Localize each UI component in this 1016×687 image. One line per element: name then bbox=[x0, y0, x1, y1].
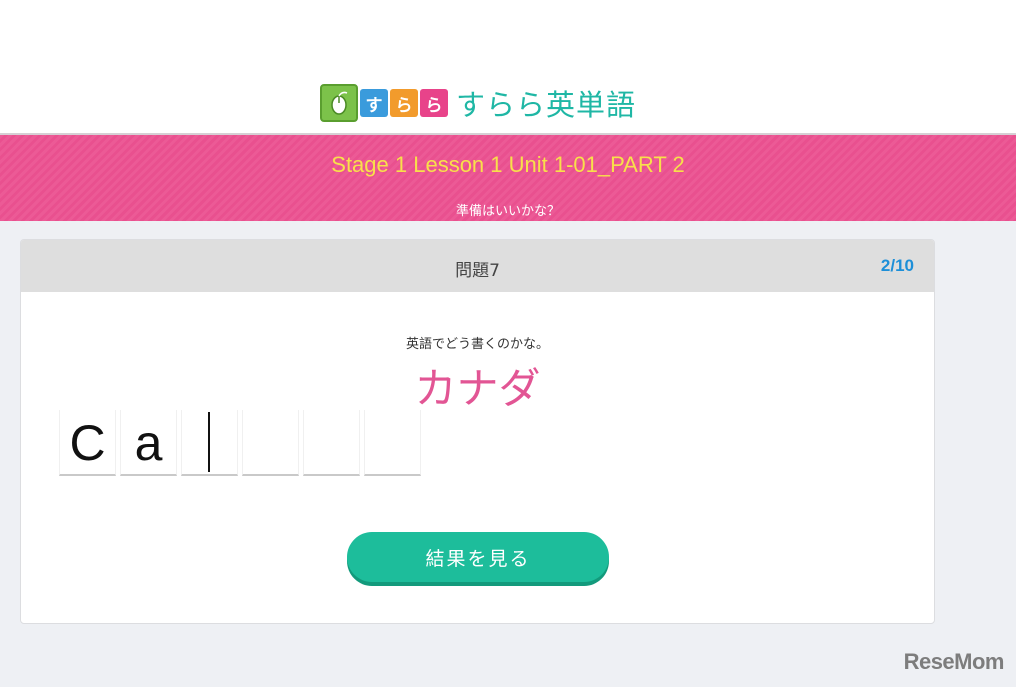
letter-box[interactable] bbox=[364, 410, 421, 476]
ready-text: 準備はいいかな？ bbox=[455, 204, 560, 219]
question-number: 問題7 bbox=[455, 261, 500, 281]
see-results-button[interactable]: 結果を見る bbox=[347, 532, 609, 582]
logo-tile-ra: ら bbox=[390, 89, 418, 117]
letter-box[interactable] bbox=[303, 410, 360, 476]
text-caret bbox=[208, 412, 210, 472]
progress-counter: 2/10 bbox=[880, 256, 914, 275]
question-card: 問題7 2/10 英語でどう書くのかな。 カナダ C a 結果を見る bbox=[20, 239, 935, 624]
logo-tile-ra-2: ら bbox=[420, 89, 448, 117]
letter-box-active[interactable] bbox=[181, 410, 238, 476]
card-header: 問題7 2/10 bbox=[21, 240, 934, 292]
letter-box[interactable] bbox=[242, 410, 299, 476]
letter-input-row: C a bbox=[59, 410, 425, 476]
top-header: す ら ら すらら英単語 bbox=[0, 0, 1016, 133]
resemom-watermark: ReseMom bbox=[903, 649, 1005, 674]
stage-title: Stage 1 Lesson 1 Unit 1-01_PART 2 bbox=[331, 152, 685, 177]
instruction-text: 英語でどう書くのかな。 bbox=[405, 337, 549, 352]
app-title: すらら英単語 bbox=[456, 88, 637, 122]
lesson-banner: Stage 1 Lesson 1 Unit 1-01_PART 2 準備はいいか… bbox=[0, 133, 1016, 221]
letter-box[interactable]: C bbox=[59, 410, 116, 476]
mouse-icon bbox=[320, 84, 358, 122]
prompt-word: カナダ bbox=[414, 364, 541, 413]
letter-box[interactable]: a bbox=[120, 410, 177, 476]
logo-tile-su: す bbox=[360, 89, 388, 117]
app-logo: す ら ら すらら英単語 bbox=[320, 83, 636, 123]
